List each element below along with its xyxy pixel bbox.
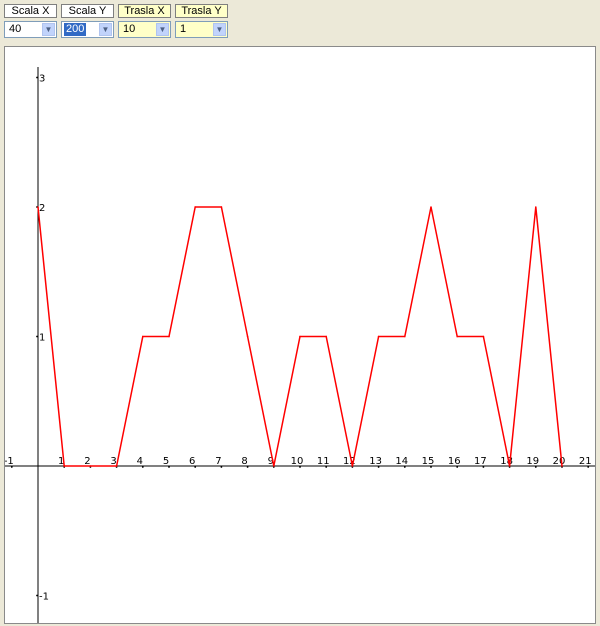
data-point <box>89 465 92 467</box>
plot-area: -1123456789101112131415161718192021321-1 <box>4 46 596 624</box>
x-tick-label: 17 <box>474 456 487 467</box>
chevron-down-icon[interactable]: ▼ <box>156 23 169 36</box>
data-point <box>561 465 563 467</box>
data-point <box>456 335 459 338</box>
scala-x-label: Scala X <box>4 4 57 18</box>
toolbar: Scala X 40 ▼ Scala Y 200 ▼ Trasla X 10 ▼… <box>0 0 600 44</box>
y-tick-mark <box>36 335 38 338</box>
data-point <box>377 335 380 338</box>
data-point <box>273 465 275 467</box>
x-tick-label: 20 <box>553 456 566 467</box>
data-point <box>220 206 223 208</box>
data-point <box>482 335 485 338</box>
data-point <box>430 206 432 208</box>
data-point <box>63 465 65 467</box>
x-tick-label: 5 <box>163 456 169 467</box>
y-tick-label: -1 <box>39 592 49 603</box>
data-point <box>325 335 328 338</box>
x-tick-label: 15 <box>422 456 435 467</box>
data-point <box>299 335 301 338</box>
y-tick-label: 2 <box>39 203 45 214</box>
scala-y-select[interactable]: 200 ▼ <box>61 21 114 38</box>
x-tick-label: 19 <box>526 456 539 467</box>
trasla-y-label: Trasla Y <box>175 4 228 18</box>
data-point <box>246 335 249 338</box>
trasla-x-value: 10 <box>123 23 136 35</box>
y-tick-label: 3 <box>39 74 45 85</box>
y-tick-mark <box>36 594 38 597</box>
x-tick-label: 8 <box>241 456 247 467</box>
scala-y-control: Scala Y 200 ▼ <box>61 4 114 38</box>
data-point <box>351 465 354 467</box>
trasla-x-control: Trasla X 10 ▼ <box>118 4 171 38</box>
y-tick-mark <box>36 76 38 79</box>
x-tick-label: 21 <box>579 456 592 467</box>
x-tick-label: 14 <box>395 456 408 467</box>
scala-x-control: Scala X 40 ▼ <box>4 4 57 38</box>
scala-y-label: Scala Y <box>61 4 114 18</box>
data-point <box>535 206 537 208</box>
data-point <box>508 465 511 467</box>
function-plot: -1123456789101112131415161718192021321-1 <box>5 67 595 623</box>
trasla-y-select[interactable]: 1 ▼ <box>175 21 228 38</box>
data-point <box>115 465 118 467</box>
x-tick-label: 13 <box>369 456 382 467</box>
trasla-y-control: Trasla Y 1 ▼ <box>175 4 228 38</box>
y-tick-label: 1 <box>39 333 45 344</box>
x-tick-label: 6 <box>189 456 195 467</box>
data-point <box>404 335 406 338</box>
x-tick-label: 4 <box>137 456 143 467</box>
x-tick-label: 10 <box>291 456 304 467</box>
data-point <box>37 206 39 208</box>
chevron-down-icon[interactable]: ▼ <box>42 23 55 36</box>
scala-x-value: 40 <box>9 23 22 35</box>
x-tick-label: 16 <box>448 456 461 467</box>
x-tick-label: 11 <box>317 456 330 467</box>
scala-y-value: 200 <box>64 23 87 36</box>
trasla-x-label: Trasla X <box>118 4 171 18</box>
chevron-down-icon[interactable]: ▼ <box>99 23 112 36</box>
data-point <box>194 206 196 208</box>
x-tick-label: 7 <box>215 456 221 467</box>
data-point <box>168 335 170 338</box>
data-point <box>142 335 144 338</box>
x-tick-label: -1 <box>5 456 14 467</box>
trasla-y-value: 1 <box>180 23 187 35</box>
trasla-x-select[interactable]: 10 ▼ <box>118 21 171 38</box>
chevron-down-icon[interactable]: ▼ <box>213 23 226 36</box>
scala-x-select[interactable]: 40 ▼ <box>4 21 57 38</box>
